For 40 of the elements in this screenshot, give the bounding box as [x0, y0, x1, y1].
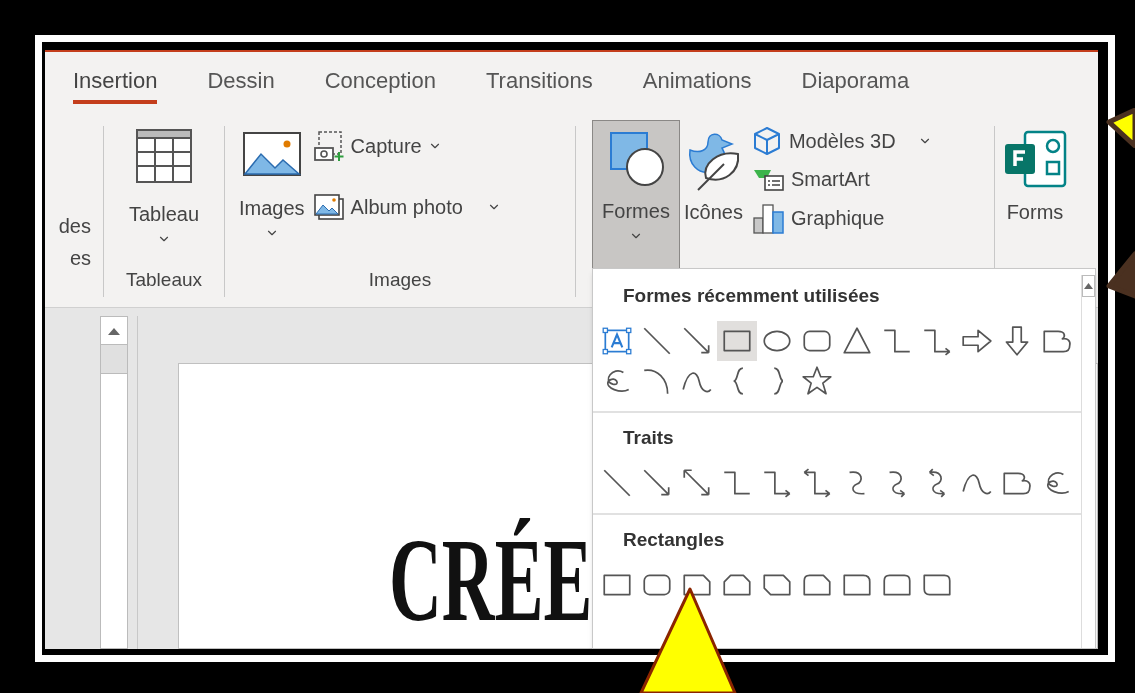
forms-button[interactable]: Forms	[1003, 120, 1067, 270]
ribbon-tab[interactable]: Conception	[324, 70, 436, 104]
pointer-arrow-drawing	[1106, 250, 1135, 300]
picture-icon	[242, 132, 301, 176]
left-brace-icon	[731, 367, 743, 395]
table-button[interactable]: Tableau	[128, 120, 200, 270]
section-heading: Formes récemment utilisées	[622, 284, 881, 308]
section-heading: Rectangles	[622, 528, 726, 552]
photo-album-button[interactable]: Album photo	[312, 192, 501, 222]
scroll-up-button[interactable]	[1082, 275, 1095, 297]
ribbon-tab[interactable]: Transitions	[485, 70, 593, 104]
group-label: Images	[368, 270, 432, 289]
up-arrow-icon	[1084, 283, 1093, 289]
images-button[interactable]: Images	[239, 120, 305, 270]
ribbon-tab[interactable]: Insertion	[73, 70, 158, 104]
3d-models-button[interactable]: Modèles 3D	[752, 126, 932, 156]
bar-chart-icon	[752, 202, 785, 234]
scroll-up-button[interactable]	[101, 317, 127, 345]
up-arrow-icon	[108, 326, 120, 335]
shapes-icon	[607, 129, 665, 187]
ribbon-tab[interactable]: Animations	[642, 70, 752, 104]
shape-option[interactable]	[717, 321, 757, 361]
forms-icon	[1003, 130, 1067, 188]
cut-off-label: des	[58, 214, 91, 239]
ribbon-tab[interactable]: Dessin	[207, 70, 275, 104]
scrollbar-thumb[interactable]	[101, 373, 127, 648]
capture-button[interactable]: Capture	[312, 130, 501, 162]
group-label: Tableaux	[125, 270, 203, 289]
right-brace-icon	[771, 367, 783, 395]
cube-icon	[752, 126, 781, 156]
section-heading: Traits	[622, 426, 675, 450]
chart-button[interactable]: Graphique	[752, 202, 932, 234]
screenshot-icon	[312, 130, 345, 162]
pointer-arrow-drawing	[1106, 108, 1135, 148]
icons-button[interactable]: Icônes	[684, 120, 743, 270]
table-icon	[135, 128, 193, 184]
ribbon-tab[interactable]: Diaporama	[801, 70, 910, 104]
photo-album-icon	[312, 193, 345, 221]
smartart-button[interactable]: SmartArt	[752, 164, 932, 194]
cut-off-label: es	[69, 246, 91, 271]
